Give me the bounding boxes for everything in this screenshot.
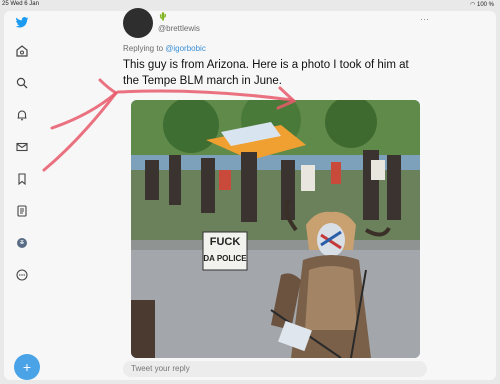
reply-input[interactable]: Tweet your reply: [123, 361, 427, 377]
annotation-arrow: [42, 78, 297, 172]
